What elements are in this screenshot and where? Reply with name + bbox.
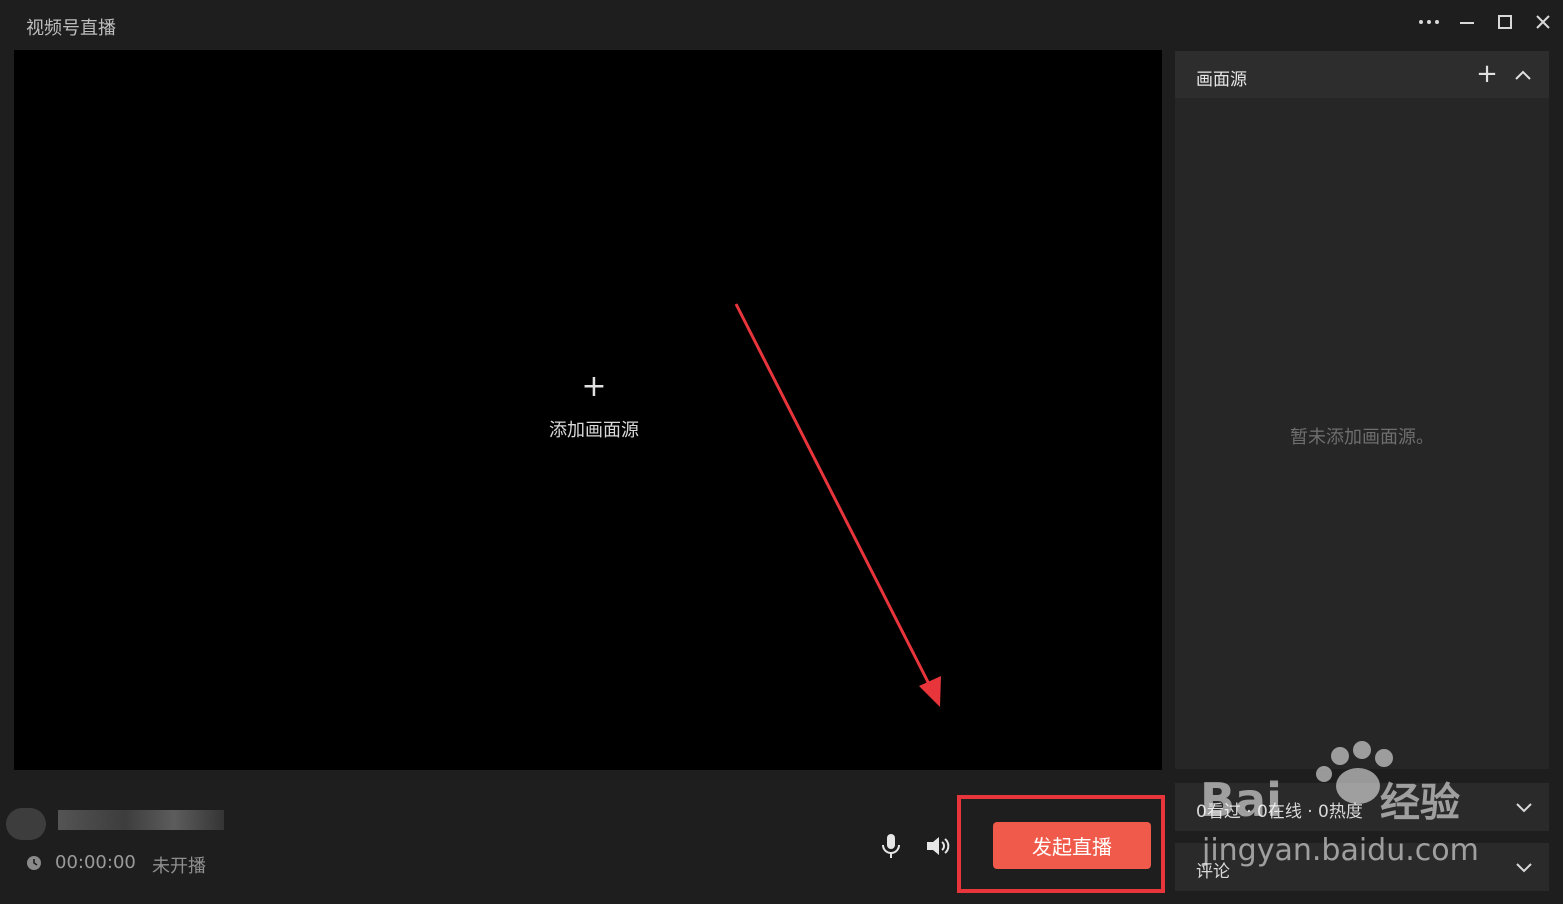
live-window: 视频号直播 + 添加画面源 画面源 + 暂未添加画面源。 0看过 · 0在线 ·… [0,0,1563,904]
chevron-up-icon[interactable] [1511,61,1535,89]
more-icon[interactable] [1416,10,1442,34]
preview-canvas[interactable]: + 添加画面源 [14,50,1162,770]
chevron-down-icon[interactable] [1513,796,1535,818]
stats-bar[interactable]: 0看过 · 0在线 · 0热度 [1175,783,1549,831]
title-bar[interactable]: 视频号直播 [0,0,1563,50]
live-timer: 00:00:00 [55,852,136,873]
comments-bar[interactable]: 评论 [1175,843,1549,891]
source-empty-text: 暂未添加画面源。 [1290,427,1434,448]
window-title: 视频号直播 [26,18,116,39]
microphone-icon[interactable] [878,832,904,860]
comments-label: 评论 [1196,862,1230,882]
source-panel-title: 画面源 [1196,70,1247,90]
chevron-down-icon[interactable] [1513,856,1535,878]
add-source-button[interactable]: + 添加画面源 [524,372,664,442]
user-name-blurred [58,810,224,830]
add-source-label: 添加画面源 [549,420,639,441]
live-status: 未开播 [152,856,206,877]
close-icon[interactable] [1530,10,1556,34]
minimize-icon[interactable] [1454,10,1480,34]
maximize-icon[interactable] [1492,10,1518,34]
source-panel: 画面源 + 暂未添加画面源。 [1175,51,1549,769]
stats-label: 0看过 · 0在线 · 0热度 [1196,802,1363,822]
speaker-icon[interactable] [924,833,952,859]
plus-icon: + [581,369,607,404]
clock-icon [26,855,42,871]
add-source-plus-icon[interactable]: + [1475,60,1499,88]
avatar [6,808,46,840]
source-panel-header: 画面源 + [1175,51,1549,98]
annotation-highlight-box [957,795,1165,893]
